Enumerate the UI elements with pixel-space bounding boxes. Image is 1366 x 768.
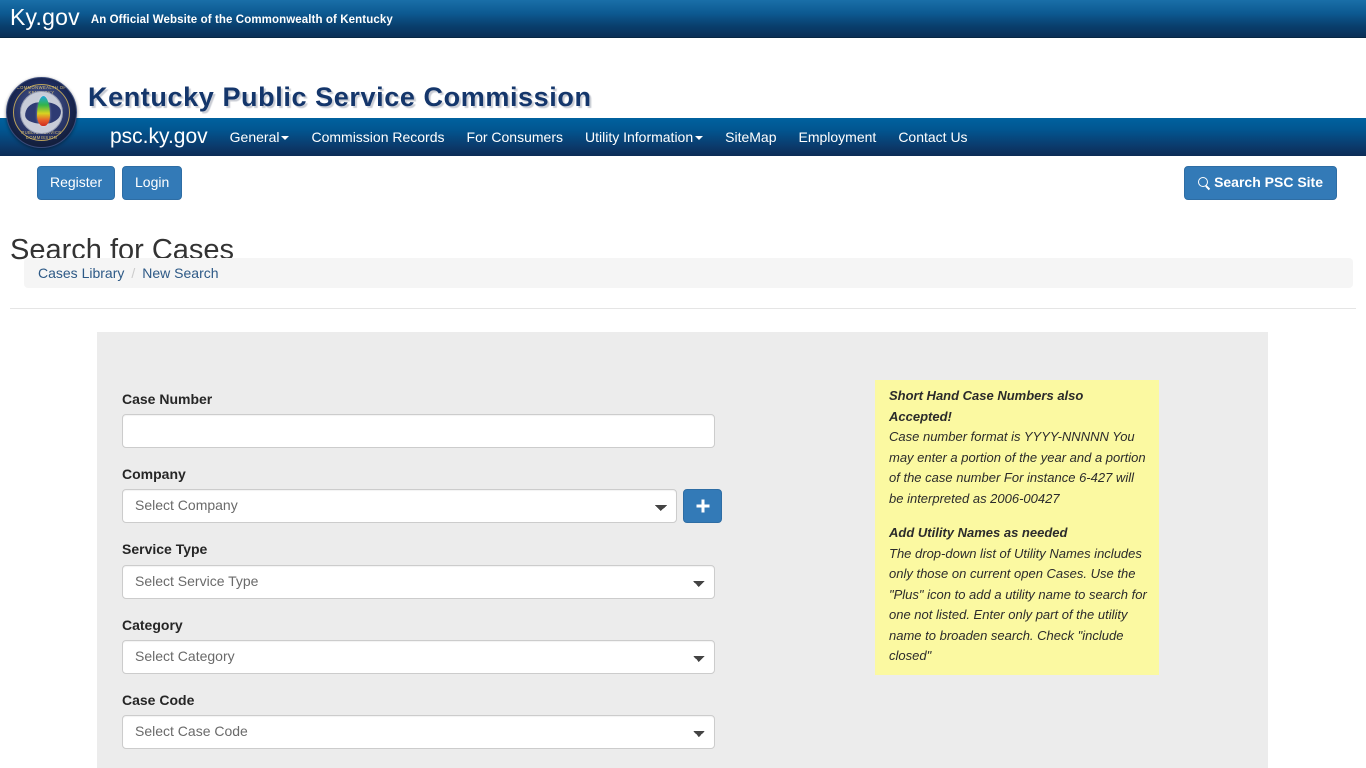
category-select[interactable]: Select Category	[122, 639, 715, 674]
add-company-plus-button[interactable]	[683, 489, 722, 524]
service-type-select[interactable]: Select Service Type	[122, 564, 715, 599]
note-add-utility-names: Add Utility Names as needed The drop-dow…	[875, 517, 1159, 675]
psc-seal-icon: COMMONWEALTH OF KENTUCKY PUBLIC SERVICE …	[6, 77, 77, 148]
category-label: Category	[122, 616, 183, 633]
nav-item-general-label: General	[229, 129, 280, 145]
search-icon	[1198, 177, 1209, 188]
nav-item-employment[interactable]: Employment	[799, 130, 877, 144]
main-navigation: psc.ky.gov General Commission Records Fo…	[0, 118, 1366, 156]
case-number-input[interactable]	[122, 414, 715, 449]
search-psc-site-button[interactable]: Search PSC Site	[1184, 166, 1337, 200]
register-button[interactable]: Register	[37, 166, 116, 200]
nav-brand[interactable]: psc.ky.gov	[110, 126, 208, 149]
note-case-number-line1: Case number format is YYYY-NNNNN	[889, 429, 1109, 444]
note-case-number-format: Short Hand Case Numbers also Accepted! C…	[875, 380, 1159, 517]
kygov-top-bar: Ky.gov An Official Website of the Common…	[0, 0, 1366, 38]
field-company: Company Select Company	[122, 465, 722, 524]
company-label: Company	[122, 466, 186, 483]
breadcrumb-separator: /	[131, 265, 136, 281]
header-divider	[10, 308, 1356, 309]
case-code-label: Case Code	[122, 691, 195, 708]
nav-item-commission-records[interactable]: Commission Records	[311, 130, 444, 144]
case-number-label: Case Number	[122, 391, 213, 407]
nav-item-sitemap[interactable]: SiteMap	[725, 130, 776, 144]
page-site-title: Kentucky Public Service Commission	[88, 82, 592, 112]
nav-item-utility-information[interactable]: Utility Information	[584, 129, 704, 145]
note-utility-title: Add Utility Names as needed	[889, 525, 1068, 540]
chevron-down-icon	[281, 136, 290, 141]
nav-item-for-consumers[interactable]: For Consumers	[467, 130, 563, 144]
case-search-form: Case Number Company Select Company Servi…	[122, 390, 722, 766]
kygov-tagline: An Official Website of the Commonwealth …	[90, 14, 393, 26]
breadcrumb: Cases Library / New Search	[24, 258, 1353, 288]
nav-item-general[interactable]: General	[230, 130, 290, 144]
field-case-code: Case Code Select Case Code	[122, 691, 722, 749]
company-select[interactable]: Select Company	[122, 489, 677, 524]
nav-item-utility-information-label: Utility Information	[584, 129, 694, 145]
field-case-number: Case Number	[122, 390, 722, 449]
case-search-panel: Case Number Company Select Company Servi…	[97, 332, 1268, 768]
field-service-type: Service Type Select Service Type	[122, 540, 722, 599]
company-row: Select Company	[122, 489, 722, 524]
nav-item-contact-us[interactable]: Contact Us	[898, 130, 967, 144]
chevron-down-icon	[695, 136, 704, 141]
breadcrumb-item-cases-library[interactable]: Cases Library	[38, 265, 124, 281]
field-category: Category Select Category	[122, 616, 722, 674]
kygov-logo[interactable]: Ky.gov	[10, 6, 80, 31]
breadcrumb-item-new-search[interactable]: New Search	[142, 265, 218, 281]
login-button[interactable]: Login	[122, 166, 183, 200]
note-case-number-title: Short Hand Case Numbers also Accepted!	[889, 388, 1084, 424]
service-type-label: Service Type	[122, 541, 208, 558]
search-psc-site-label: Search PSC Site	[1214, 174, 1323, 190]
case-code-select[interactable]: Select Case Code	[122, 714, 715, 749]
